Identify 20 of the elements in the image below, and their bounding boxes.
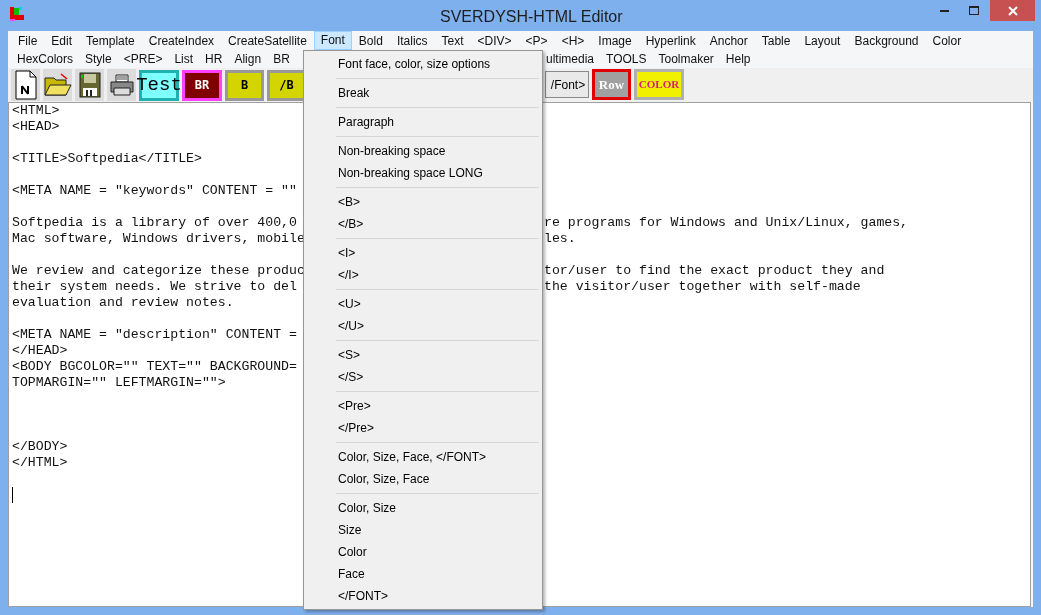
code-line: the visitor/user together with self-made	[544, 279, 861, 295]
code-line: tor/user to find the exact product they and	[544, 263, 885, 279]
code-line: their system needs. We strive to del	[12, 279, 297, 295]
window-title: SVERDYSH-HTML Editor	[440, 7, 623, 27]
code-line: TOPMARGIN="" LEFTMARGIN="">	[12, 375, 226, 391]
code-line: <HEAD>	[12, 119, 60, 135]
code-line: <HTML>	[12, 103, 60, 119]
code-line: <TITLE>Softpedia</TITLE>	[12, 151, 202, 167]
code-line: les.	[544, 231, 576, 247]
code-line: re programs for Windows and Unix/Linux, games,	[544, 215, 909, 231]
code-line: </BODY>	[12, 439, 68, 455]
code-line: We review and categorize these produc	[12, 263, 305, 279]
code-line: <BODY BGCOLOR="" TEXT="" BACKGROUND=	[12, 359, 297, 375]
code-line: evaluation and review notes.	[12, 295, 234, 311]
code-line: </HEAD>	[12, 343, 68, 359]
code-line: <META NAME = "description" CONTENT =	[12, 327, 297, 343]
code-line: Mac software, Windows drivers, mobile	[12, 231, 305, 247]
code-line: </HTML>	[12, 455, 68, 471]
code-line: Softpedia is a library of over 400,0	[12, 215, 297, 231]
code-line: <META NAME = "keywords" CONTENT = ""	[12, 183, 297, 199]
